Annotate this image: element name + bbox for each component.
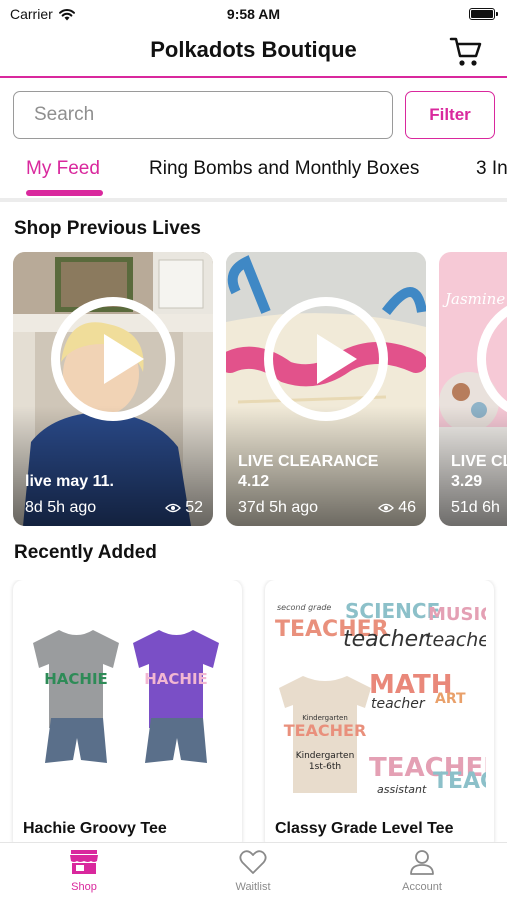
tab-3-in[interactable]: 3 In <box>476 158 507 180</box>
nav-item-waitlist[interactable]: Waitlist <box>203 849 303 893</box>
search-input[interactable]: Search <box>13 91 393 139</box>
live-card[interactable]: live may 11. 8d 5h ago 52 <box>13 252 213 526</box>
product-image: HACHIE HACHIE <box>21 588 234 810</box>
image-text: SCIENCE <box>345 599 440 623</box>
eye-icon <box>378 503 395 513</box>
live-meta: 37d 5h ago 46 <box>238 499 416 517</box>
play-icon[interactable] <box>264 297 388 421</box>
tab-my-feed[interactable]: My Feed <box>26 158 100 180</box>
live-title: LIVE CL 3.29 <box>451 453 507 490</box>
product-name: Classy Grade Level Tee <box>275 820 454 837</box>
live-card[interactable]: LIVE CLEARANCE 4.12 37d 5h ago 46 <box>226 252 426 526</box>
search-row: Search Filter <box>13 91 495 139</box>
section-title-previous-lives: Shop Previous Lives <box>14 218 201 239</box>
live-age: 8d 5h ago <box>25 499 97 516</box>
nav-item-account[interactable]: Account <box>372 849 472 893</box>
views-value: 46 <box>398 499 416 516</box>
previous-lives-carousel[interactable]: live may 11. 8d 5h ago 52 LIVE CLEARANCE… <box>0 252 507 526</box>
app-header: Polkadots Boutique <box>0 28 507 78</box>
recently-added-grid: HACHIE HACHIE Hachie Groovy Tee second g… <box>0 580 507 842</box>
heart-icon <box>239 850 267 874</box>
image-text: Kindergarten <box>296 751 355 761</box>
tab-ring-bombs[interactable]: Ring Bombs and Monthly Boxes <box>149 158 419 180</box>
person-icon <box>410 850 434 875</box>
product-card[interactable]: HACHIE HACHIE Hachie Groovy Tee <box>13 580 242 842</box>
live-meta: 51d 6h <box>451 499 507 517</box>
store-icon <box>70 850 98 874</box>
nav-label: Waitlist <box>235 881 271 893</box>
battery-icon <box>469 8 498 20</box>
product-name: Hachie Groovy Tee <box>23 820 167 837</box>
image-text: ART <box>435 691 466 707</box>
image-text: TEACHER <box>433 769 486 794</box>
product-card[interactable]: second grade TEACHER SCIENCE teacher MUS… <box>265 580 494 842</box>
section-title-recently-added: Recently Added <box>14 542 157 563</box>
image-text: second grade <box>277 603 331 612</box>
views-value: 52 <box>185 499 203 516</box>
image-text: teacher <box>343 627 429 652</box>
image-text: 1st-6th <box>309 762 341 772</box>
nav-label: Account <box>402 881 442 893</box>
live-age: 37d 5h ago <box>238 499 319 516</box>
product-image: second grade TEACHER SCIENCE teacher MUS… <box>273 588 486 810</box>
shirt-text: HACHIE <box>44 670 108 688</box>
clock: 9:58 AM <box>226 6 281 22</box>
divider <box>0 198 507 202</box>
image-text: teacher <box>425 629 486 651</box>
filter-button[interactable]: Filter <box>405 91 495 139</box>
image-text: teacher <box>371 696 426 712</box>
nav-label: Shop <box>71 881 97 893</box>
shirt-text: HACHIE <box>144 670 208 688</box>
play-icon[interactable] <box>51 297 175 421</box>
active-tab-indicator <box>26 190 103 196</box>
view-count: 52 <box>165 499 203 517</box>
page-title: Polkadots Boutique <box>150 37 357 62</box>
live-age: 51d 6h <box>451 499 500 516</box>
category-tabs: My Feed Ring Bombs and Monthly Boxes 3 I… <box>0 152 507 198</box>
eye-icon <box>165 503 182 513</box>
live-title: live may 11. <box>25 473 114 490</box>
svg-text:Jasmine: Jasmine <box>442 290 505 308</box>
cart-icon[interactable] <box>449 36 483 68</box>
image-text: TEACHER <box>284 721 367 740</box>
live-card[interactable]: Jasmine LIVE CL 3.29 51d 6h <box>439 252 507 526</box>
live-title: LIVE CLEARANCE 4.12 <box>238 453 379 490</box>
image-text: assistant <box>377 783 427 796</box>
view-count: 46 <box>378 499 416 517</box>
nav-item-shop[interactable]: Shop <box>34 849 134 893</box>
bottom-nav: Shop Waitlist Account <box>0 842 507 900</box>
image-text: MUSIC <box>428 604 486 625</box>
status-bar: Carrier 9:58 AM <box>0 0 507 28</box>
live-meta: 8d 5h ago 52 <box>25 499 203 517</box>
